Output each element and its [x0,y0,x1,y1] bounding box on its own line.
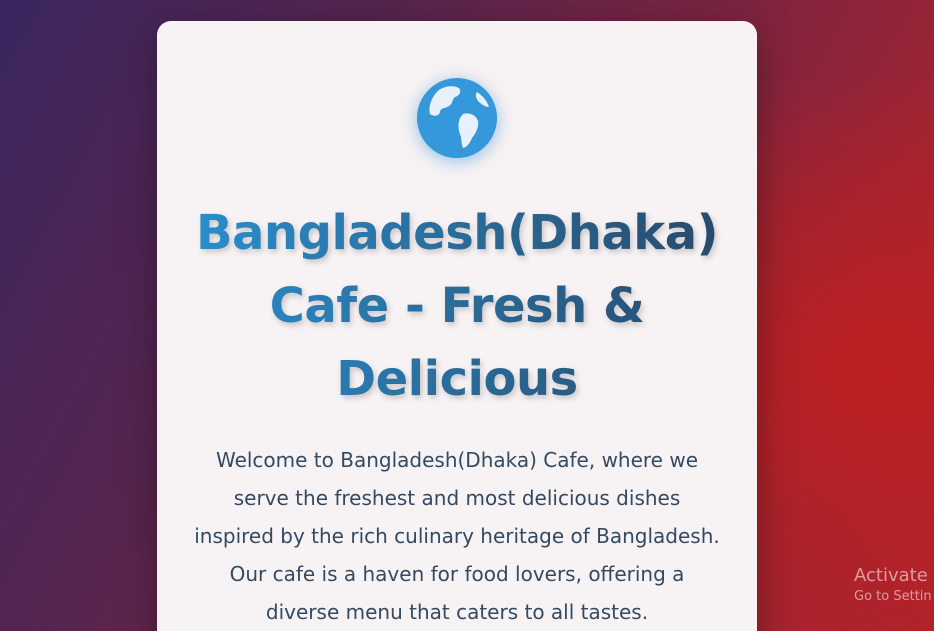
page-title: Bangladesh(Dhaka) Cafe - Fresh & Delicio… [177,197,737,416]
hero-card: Bangladesh(Dhaka) Cafe - Fresh & Delicio… [157,21,757,631]
globe-icon [415,76,499,160]
watermark-title: Activate W [854,565,934,586]
watermark-subtitle: Go to Settin [854,589,932,604]
intro-paragraph: Welcome to Bangladesh(Dhaka) Cafe, where… [194,448,720,624]
activate-windows-watermark: Activate W Go to Settin [854,564,934,606]
